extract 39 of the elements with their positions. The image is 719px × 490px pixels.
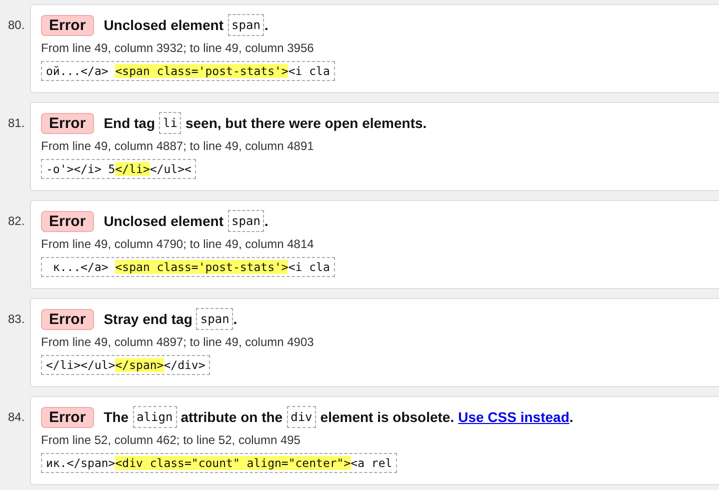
error-badge: Error xyxy=(41,112,94,134)
code-extract: ик.</span><div class="count" align="center"><a rel xyxy=(41,453,398,473)
message-text: seen, but there were open elements. xyxy=(185,115,427,131)
location-text: From line 49, column 4897; to line 49, column 4903 xyxy=(41,335,315,351)
location-text: From line 49, column 3932; to line 49, column 3956 xyxy=(41,41,315,57)
list-number: 84. xyxy=(7,410,26,424)
code-extract: ой...</a> <span class='post-stats'><i cla xyxy=(41,61,335,81)
code-extract: к...</a> <span class='post-stats'><i cla xyxy=(41,257,335,277)
message-text: Unclosed element xyxy=(104,17,224,33)
error-badge: Error xyxy=(41,308,94,330)
error-badge: Error xyxy=(41,406,94,428)
error-badge: Error xyxy=(41,14,94,36)
message-text: . xyxy=(264,213,268,229)
message-text: attribute on the xyxy=(180,409,283,425)
message-text: . xyxy=(264,17,268,33)
message-text: Stray end tag xyxy=(104,311,192,327)
code-tag: div xyxy=(286,406,316,428)
code-tag: span xyxy=(228,210,264,232)
message-text: . xyxy=(233,311,238,327)
code-tag: span xyxy=(228,14,264,36)
code-tag: li xyxy=(159,112,182,134)
code-tag: align xyxy=(132,406,177,428)
list-number: 80. xyxy=(7,18,26,32)
list-number: 81. xyxy=(7,116,26,130)
help-link[interactable]: Use CSS instead xyxy=(458,409,570,425)
error-badge: Error xyxy=(41,210,94,232)
location-text: From line 52, column 462; to line 52, column 495 xyxy=(41,433,302,449)
code-tag: span xyxy=(196,308,234,330)
message-text: Unclosed element xyxy=(104,213,224,229)
location-text: From line 49, column 4887; to line 49, column 4891 xyxy=(41,139,315,155)
code-extract: -o'></i> 5</li></ul>< xyxy=(41,159,196,179)
list-number: 83. xyxy=(7,312,26,326)
code-extract: </li></ul></span></div> xyxy=(41,355,210,375)
location-text: From line 49, column 4790; to line 49, column 4814 xyxy=(41,237,315,253)
message-text: End tag xyxy=(104,115,156,131)
message-text: The xyxy=(104,409,129,425)
message-text: . xyxy=(569,409,574,425)
message-text: element is obsolete. xyxy=(320,409,454,425)
list-number: 82. xyxy=(7,214,26,228)
